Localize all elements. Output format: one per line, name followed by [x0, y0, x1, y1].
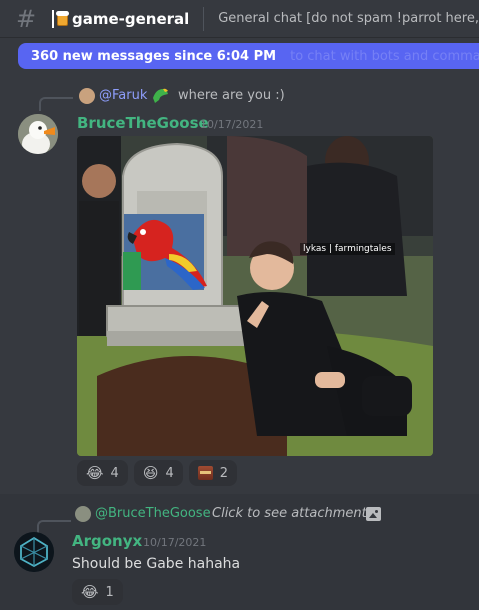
reaction-count: 4: [165, 465, 174, 481]
reaction-count: 4: [110, 465, 119, 481]
reply-avatar[interactable]: [79, 88, 95, 104]
message-timestamp: 10/17/2021: [143, 536, 207, 549]
goose-avatar-icon: [18, 114, 58, 154]
laughing-emoji-icon: 😆: [142, 463, 159, 482]
channel-header: # game-general General chat [do not spam…: [0, 0, 479, 38]
beer-mug-icon: [52, 9, 70, 28]
reaction-bar: 😂 1: [72, 579, 123, 605]
channel-hash-icon: #: [16, 4, 37, 33]
message-content: Should be Gabe hahaha: [72, 556, 241, 572]
image-icon: [366, 507, 381, 521]
joy-emoji-icon: 😂: [81, 582, 99, 601]
reaction-count: 1: [105, 584, 114, 600]
reply-avatar[interactable]: [75, 506, 91, 522]
geometric-avatar-icon: [14, 532, 54, 572]
reaction-joy[interactable]: 😂 4: [77, 460, 128, 486]
parrot-icon: [150, 86, 170, 104]
reply-spine: [39, 97, 73, 111]
reply-author[interactable]: @BruceTheGoose: [95, 506, 211, 521]
new-messages-ghost-text: to chat with bots and comma: [290, 48, 479, 64]
channel-name[interactable]: game-general: [72, 10, 189, 28]
reaction-bar: 😂 4 😆 4 2: [77, 460, 238, 486]
reply-attachment-link[interactable]: Click to see attachment: [212, 506, 367, 521]
joy-emoji-icon: 😂: [86, 463, 104, 482]
new-messages-label: 360 new messages since 6:04 PM: [31, 48, 277, 64]
custom-emoji-icon: [197, 466, 213, 480]
message-author[interactable]: Argonyx: [72, 532, 142, 550]
reaction-custom[interactable]: 2: [188, 460, 238, 486]
avatar[interactable]: [18, 114, 58, 154]
image-caption: lykas | farmingtales: [300, 243, 395, 255]
reply-spine: [37, 520, 71, 534]
avatar[interactable]: [14, 532, 54, 572]
message-author[interactable]: BruceTheGoose: [77, 114, 209, 132]
reply-author[interactable]: @Faruk: [99, 88, 147, 103]
meme-image: [77, 136, 433, 456]
reaction-count: 2: [219, 465, 229, 481]
message-timestamp: 10/17/2021: [200, 118, 264, 131]
channel-topic[interactable]: General chat [do not spam !parrot here,: [218, 11, 479, 26]
message-image-attachment[interactable]: lykas | farmingtales: [77, 136, 433, 456]
reaction-laughing[interactable]: 😆 4: [133, 460, 183, 486]
new-messages-bar[interactable]: 360 new messages since 6:04 PM to chat w…: [18, 43, 479, 69]
reaction-joy[interactable]: 😂 1: [72, 579, 123, 605]
reply-text[interactable]: where are you :): [178, 88, 285, 103]
header-divider: [203, 6, 205, 31]
